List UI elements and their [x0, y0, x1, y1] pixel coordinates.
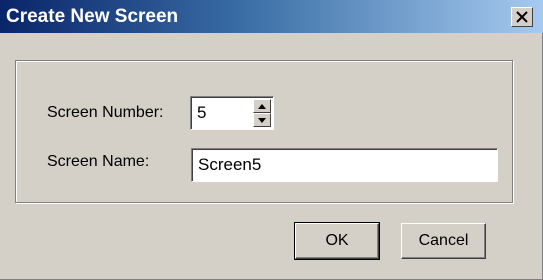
spin-down-arrow-icon	[258, 117, 266, 123]
spin-up-arrow-icon	[258, 103, 266, 109]
screen-name-input[interactable]: Screen5	[191, 148, 498, 182]
screen-number-value[interactable]: 5	[197, 103, 206, 123]
window-title: Create New Screen	[6, 6, 179, 27]
ok-button[interactable]: OK	[294, 222, 380, 260]
create-new-screen-dialog: Create New Screen Screen Number: 5 Scree…	[0, 0, 543, 280]
spin-up-button[interactable]	[253, 99, 271, 113]
title-bar[interactable]: Create New Screen	[0, 0, 543, 33]
screen-name-label: Screen Name:	[47, 153, 150, 170]
close-button[interactable]	[511, 7, 533, 27]
screen-number-spinner[interactable]: 5	[190, 96, 274, 130]
cancel-button[interactable]: Cancel	[401, 223, 486, 259]
screen-number-label: Screen Number:	[47, 104, 164, 121]
close-icon	[516, 11, 528, 23]
spin-down-button[interactable]	[253, 113, 271, 127]
spin-buttons	[253, 99, 271, 127]
